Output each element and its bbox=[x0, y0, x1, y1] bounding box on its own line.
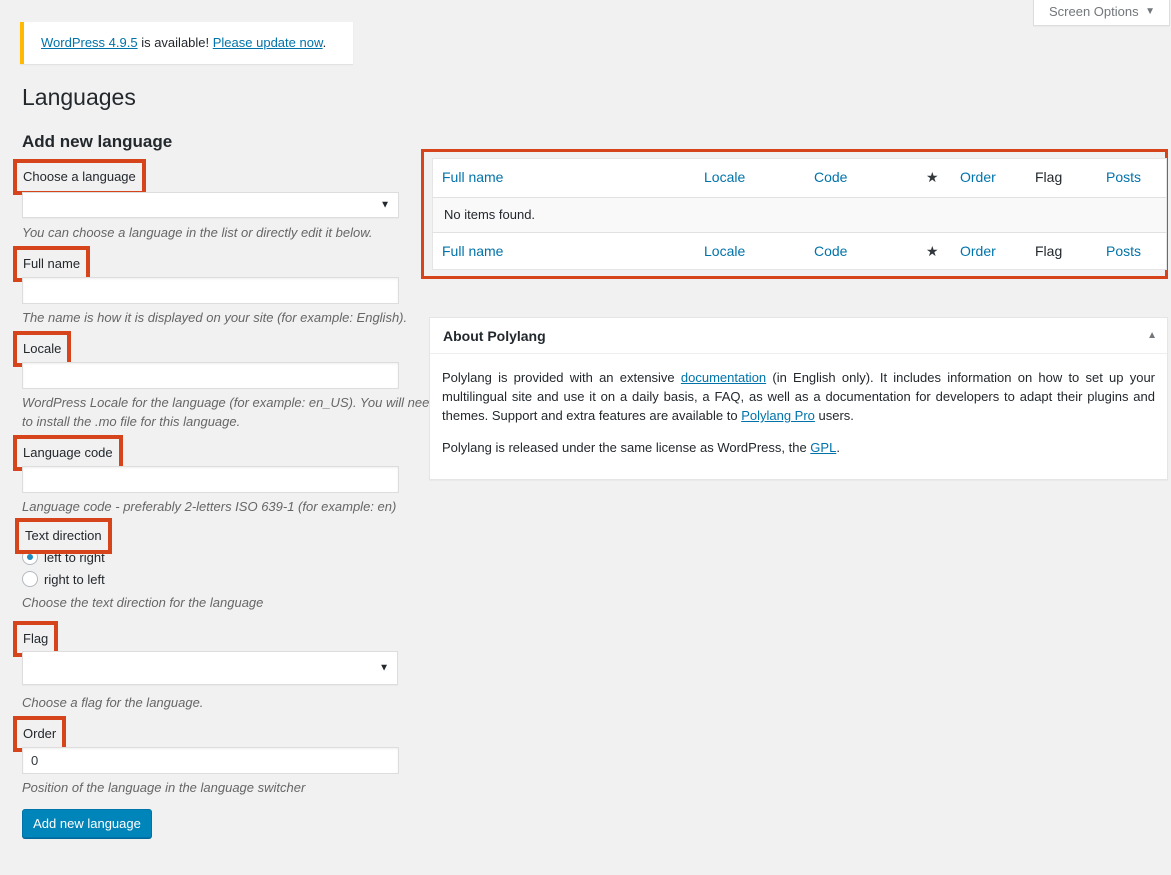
column-code[interactable]: Code bbox=[814, 233, 847, 270]
language-code-input[interactable] bbox=[22, 466, 399, 493]
page-title: Languages bbox=[22, 84, 136, 110]
locale-description-line2: to install the .mo file for this languag… bbox=[22, 414, 241, 429]
language-code-description: Language code - preferably 2-letters ISO… bbox=[22, 499, 397, 514]
radio-left-to-right[interactable]: left to right bbox=[22, 549, 105, 565]
column-order[interactable]: Order bbox=[960, 159, 996, 196]
column-posts[interactable]: Posts bbox=[1106, 233, 1141, 270]
update-now-link[interactable]: Please update now bbox=[213, 35, 323, 50]
radio-unchecked-icon[interactable] bbox=[22, 571, 38, 587]
column-order[interactable]: Order bbox=[960, 233, 996, 270]
locale-input[interactable] bbox=[22, 362, 399, 389]
triangle-down-icon: ▼ bbox=[1145, 6, 1155, 17]
about-text: Polylang is released under the same lice… bbox=[442, 440, 811, 455]
add-language-heading: Add new language bbox=[22, 132, 173, 151]
languages-table-highlight: Full name Locale Code ★ Order Flag Posts… bbox=[421, 149, 1168, 279]
radio-right-to-left[interactable]: right to left bbox=[22, 571, 105, 587]
empty-row: No items found. bbox=[433, 197, 1166, 233]
no-items-message: No items found. bbox=[444, 207, 536, 222]
radio-ltr-label: left to right bbox=[44, 549, 105, 565]
language-code-label: Language code bbox=[13, 435, 123, 471]
column-posts[interactable]: Posts bbox=[1106, 159, 1141, 196]
add-new-language-button[interactable]: Add new language bbox=[22, 809, 152, 838]
column-flag: Flag bbox=[1035, 169, 1063, 185]
star-icon: ★ bbox=[926, 243, 939, 259]
dropdown-arrow-icon: ▼ bbox=[380, 199, 390, 211]
about-text: users. bbox=[814, 408, 854, 423]
table-footer-row: Full name Locale Code ★ Order Flag Posts bbox=[433, 233, 1166, 270]
table-header-row: Full name Locale Code ★ Order Flag Posts bbox=[433, 159, 1166, 196]
flag-label: Flag bbox=[12, 621, 59, 657]
about-polylang-box: About Polylang ▲ Polylang is provided wi… bbox=[429, 317, 1168, 480]
gpl-link[interactable]: GPL bbox=[810, 440, 836, 455]
choose-language-description: You can choose a language in the list or… bbox=[22, 225, 373, 240]
column-locale[interactable]: Locale bbox=[704, 233, 745, 270]
about-text: Polylang is provided with an extensive bbox=[442, 370, 681, 385]
polylang-pro-link[interactable]: Polylang Pro bbox=[741, 408, 815, 423]
screen-options-button[interactable]: Screen Options ▼ bbox=[1033, 0, 1170, 26]
text-direction-label: Text direction bbox=[15, 518, 112, 554]
dropdown-arrow-icon: ▼ bbox=[379, 662, 389, 674]
star-icon: ★ bbox=[926, 169, 939, 185]
screen-options-label: Screen Options bbox=[1049, 4, 1139, 19]
about-polylang-header[interactable]: About Polylang ▲ bbox=[430, 318, 1167, 354]
order-label: Order bbox=[12, 716, 67, 752]
choose-language-label: Choose a language bbox=[13, 159, 146, 195]
column-full-name[interactable]: Full name bbox=[442, 233, 503, 270]
flag-select[interactable]: ▼ bbox=[22, 651, 398, 685]
notice-end: . bbox=[322, 35, 327, 50]
locale-label: Locale bbox=[12, 331, 72, 367]
languages-table: Full name Locale Code ★ Order Flag Posts… bbox=[432, 158, 1167, 270]
locale-description-line1: WordPress Locale for the language (for e… bbox=[22, 395, 437, 410]
column-code[interactable]: Code bbox=[814, 159, 847, 196]
full-name-description: The name is how it is displayed on your … bbox=[22, 310, 408, 325]
full-name-label: Full name bbox=[12, 246, 91, 282]
update-notice: WordPress 4.9.5 is available! Please upd… bbox=[20, 22, 353, 64]
about-paragraph-1: Polylang is provided with an extensive d… bbox=[430, 368, 1167, 425]
full-name-input[interactable] bbox=[22, 277, 399, 304]
documentation-link[interactable]: documentation bbox=[681, 370, 766, 385]
notice-text: is available! bbox=[137, 35, 213, 50]
text-direction-description: Choose the text direction for the langua… bbox=[22, 595, 264, 610]
collapse-triangle-icon[interactable]: ▲ bbox=[1147, 318, 1157, 354]
radio-rtl-label: right to left bbox=[44, 571, 105, 587]
choose-language-select[interactable]: ▼ bbox=[22, 192, 399, 218]
column-full-name[interactable]: Full name bbox=[442, 159, 503, 196]
wordpress-version-link[interactable]: WordPress 4.9.5 bbox=[41, 35, 138, 50]
column-locale[interactable]: Locale bbox=[704, 159, 745, 196]
about-text: . bbox=[836, 440, 840, 455]
column-flag: Flag bbox=[1035, 243, 1063, 259]
about-paragraph-2: Polylang is released under the same lice… bbox=[430, 438, 1167, 457]
radio-checked-icon[interactable] bbox=[22, 549, 38, 565]
flag-description: Choose a flag for the language. bbox=[22, 695, 204, 710]
order-description: Position of the language in the language… bbox=[22, 780, 306, 795]
order-input[interactable] bbox=[22, 747, 399, 774]
about-polylang-title: About Polylang bbox=[443, 328, 546, 344]
